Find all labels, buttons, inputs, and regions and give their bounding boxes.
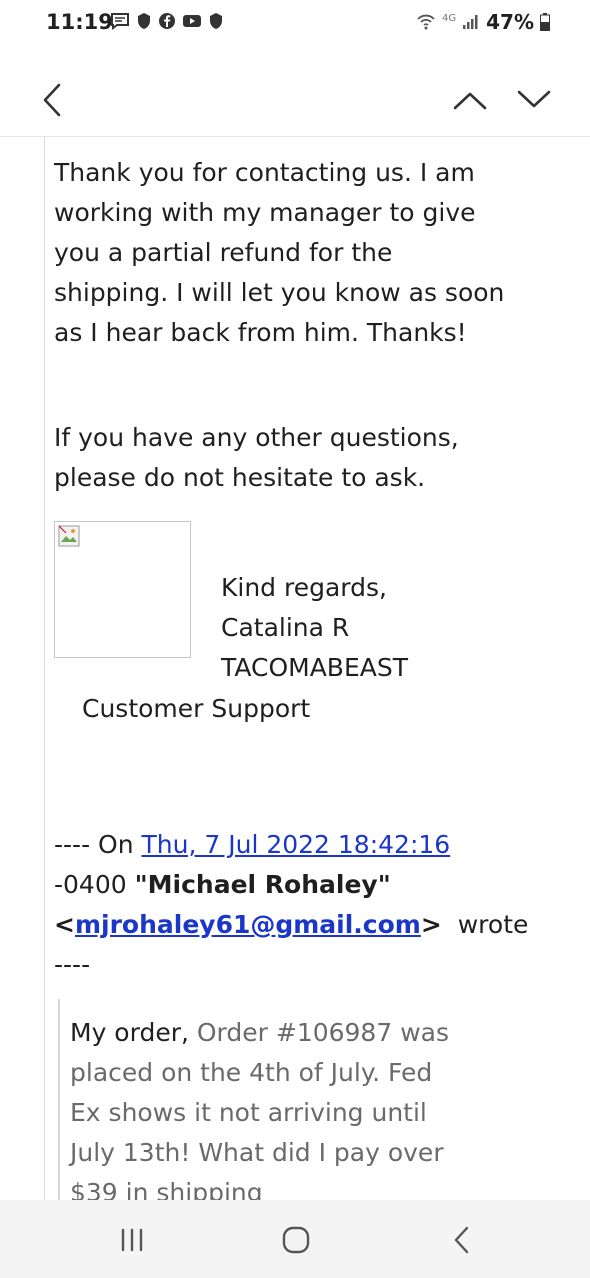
date-link[interactable]: Thu, 7 Jul 2022 18:42:16 [142, 830, 451, 859]
chevron-up-icon [453, 92, 487, 110]
quote-prefix: ---- On [54, 830, 134, 859]
back-button[interactable] [30, 78, 74, 122]
status-time: 11:19 [46, 10, 113, 34]
shield-icon [138, 13, 150, 29]
network-type: 4G [442, 12, 457, 24]
quote-rule [44, 137, 45, 1200]
recents-button[interactable] [102, 1220, 162, 1260]
notification-icons [110, 12, 224, 30]
signature-department: Customer Support [82, 694, 311, 723]
signature-name: Catalina R [221, 613, 350, 642]
home-icon [282, 1226, 310, 1254]
message-icon [111, 13, 129, 30]
quote-suffix: ---- [54, 950, 91, 979]
youtube-icon [183, 15, 201, 27]
signature-company: TACOMABEAST [221, 653, 408, 682]
shield-icon-2 [210, 13, 222, 29]
signal-icon [463, 15, 478, 29]
wifi-icon [417, 14, 435, 30]
chevron-left-icon [43, 83, 61, 117]
wrote-label: wrote [457, 910, 529, 939]
quoted-text: My order, Order #106987 was placed on th… [70, 1013, 470, 1200]
chevron-down-icon [517, 90, 551, 108]
system-back-button[interactable] [432, 1220, 492, 1260]
email-paragraph-1: Thank you for contacting us. I am workin… [54, 158, 505, 347]
email-toolbar [0, 70, 590, 137]
quoted-message: My order, Order #106987 was placed on th… [58, 999, 560, 1200]
previous-email-button[interactable] [448, 78, 492, 122]
email-body: Thank you for contacting us. I am workin… [0, 137, 590, 1200]
signature-greeting: Kind regards, [221, 573, 387, 602]
sender-email: mjrohaley61@gmail.com [74, 910, 421, 939]
recents-icon [121, 1228, 143, 1252]
status-bar: 11:19 4G 47% [0, 0, 590, 48]
back-icon [454, 1226, 469, 1254]
facebook-icon [159, 13, 175, 29]
sender-email-link[interactable]: mjrohaley61@gmail.com [75, 910, 421, 939]
signature-image-broken [54, 521, 191, 658]
quote-header: ---- On Thu, 7 Jul 2022 18:42:16 -0400 "… [54, 825, 534, 985]
email-paragraph-2: If you have any other questions, please … [54, 423, 459, 492]
battery-percent: 47% [486, 10, 534, 34]
timezone: -0400 [54, 870, 127, 899]
gt-bracket: > [420, 910, 442, 939]
quoted-lead: My order, [70, 1018, 189, 1047]
next-email-button[interactable] [512, 78, 556, 122]
broken-image-icon [58, 525, 80, 547]
status-right: 4G 47% [416, 10, 550, 34]
signature-block: Kind regards, Catalina R TACOMABEAST [221, 568, 408, 688]
sender-name: "Michael Rohaley" [134, 870, 391, 899]
home-button[interactable] [266, 1220, 326, 1260]
battery-icon [540, 13, 550, 31]
lt-bracket: < [54, 910, 75, 939]
system-nav-bar [0, 1200, 590, 1278]
